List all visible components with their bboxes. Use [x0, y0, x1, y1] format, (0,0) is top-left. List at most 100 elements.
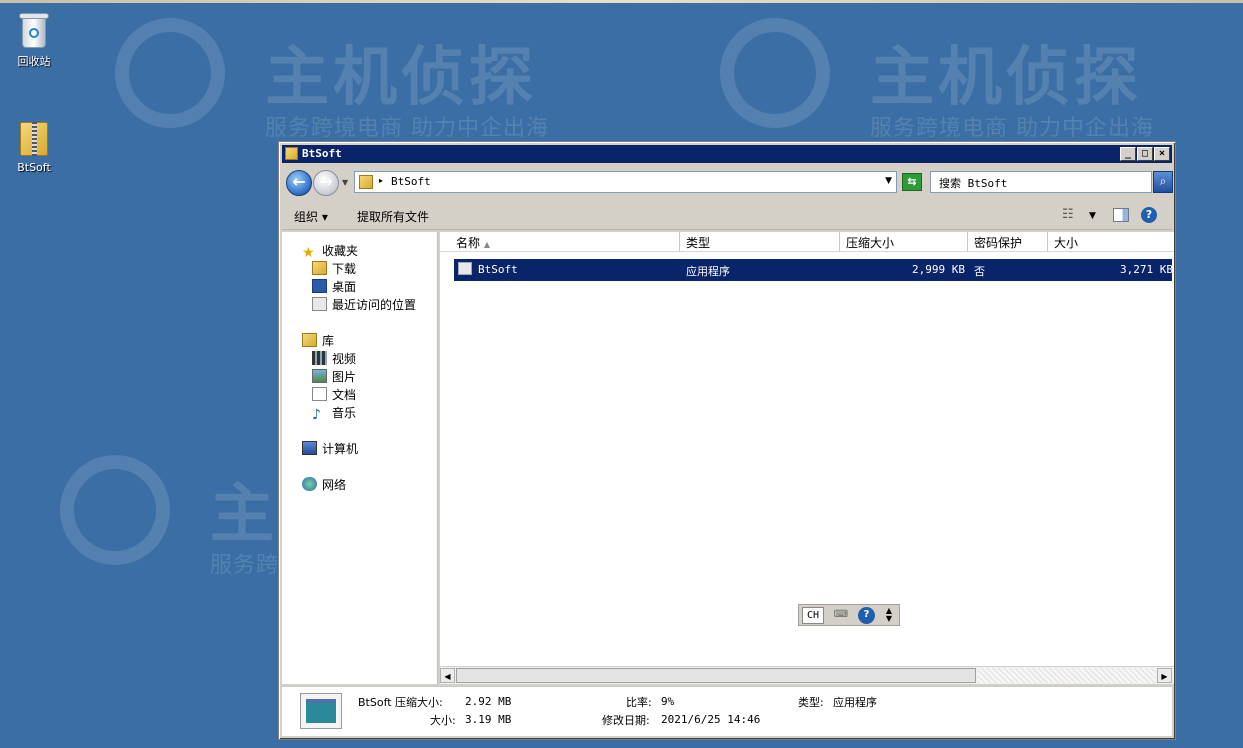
column-header-password[interactable]: 密码保护	[968, 232, 1048, 252]
breadcrumb[interactable]: BtSoft	[391, 175, 431, 188]
view-options-icon[interactable]: ☷	[1062, 207, 1078, 223]
title-bar[interactable]: BtSoft _ □ ×	[282, 145, 1172, 163]
forward-arrow-icon: →	[319, 172, 333, 191]
chevron-down-icon[interactable]: ▼	[1089, 211, 1105, 227]
details-type: 应用程序	[833, 696, 877, 709]
details-name-label: BtSoft 压缩大小:	[358, 696, 443, 709]
column-header-name[interactable]: 名称 ▲	[450, 232, 680, 252]
nav-documents[interactable]: 文档	[312, 386, 356, 403]
application-thumbnail-icon	[300, 693, 342, 729]
column-header-type[interactable]: 类型	[680, 232, 840, 252]
details-pane: BtSoft 压缩大小: 2.92 MB 大小: 3.19 MB 比率: 9% …	[282, 686, 1172, 736]
nav-label: 收藏夹	[322, 244, 359, 258]
column-label: 名称	[456, 236, 481, 250]
details-size: 3.19 MB	[465, 713, 512, 726]
details-ratio-label: 比率:	[626, 696, 652, 709]
recent-places-icon	[312, 297, 327, 311]
file-size: 3,271 KB	[1120, 263, 1173, 276]
zip-folder-icon	[285, 147, 298, 160]
search-button[interactable]: ⌕	[1153, 171, 1173, 193]
desktop-icon-label: 回收站	[17, 55, 51, 68]
nav-label: 最近访问的位置	[332, 298, 417, 312]
video-icon	[312, 351, 327, 365]
table-row[interactable]: BtSoft 应用程序 2,999 KB 否 3,271 KB	[454, 259, 1173, 281]
file-password: 否	[974, 265, 985, 278]
nav-label: 网络	[322, 478, 347, 492]
close-button[interactable]: ×	[1154, 147, 1170, 161]
nav-computer[interactable]: 计算机	[302, 440, 358, 457]
extract-all-button[interactable]: 提取所有文件	[357, 208, 429, 225]
details-modified-label: 修改日期:	[602, 714, 650, 727]
nav-label: 图片	[332, 370, 357, 384]
file-compressed-size: 2,999 KB	[912, 263, 965, 276]
details-size-label: 大小:	[430, 714, 456, 727]
ime-help-button[interactable]: ?	[858, 607, 875, 624]
nav-desktop[interactable]: 桌面	[312, 278, 356, 295]
nav-label: 音乐	[332, 406, 357, 420]
command-bar: 组织 ▾ 提取所有文件 ☷ ▼ ?	[282, 202, 1172, 230]
nav-recent[interactable]: 最近访问的位置	[312, 296, 416, 313]
search-input[interactable]: 搜索 BtSoft	[930, 171, 1152, 193]
breadcrumb-arrow-icon[interactable]: ▸	[379, 176, 383, 185]
history-dropdown-icon[interactable]: ▼	[342, 178, 348, 187]
scrollbar-thumb[interactable]	[456, 668, 976, 683]
window-title: BtSoft	[302, 147, 342, 160]
keyboard-icon[interactable]: ⌨	[830, 607, 852, 624]
preview-pane-icon[interactable]	[1113, 208, 1129, 222]
nav-downloads[interactable]: 下载	[312, 260, 356, 277]
file-name: BtSoft	[478, 263, 518, 276]
desktop-icon	[312, 279, 327, 293]
address-row: ← → ▼ ▸ BtSoft ▼ ⇆ 搜索 BtSoft ⌕	[282, 166, 1173, 200]
refresh-button[interactable]: ⇆	[902, 173, 922, 191]
nav-music[interactable]: ♪ 音乐	[312, 404, 357, 423]
file-type: 应用程序	[686, 265, 730, 278]
recycle-bin-icon	[19, 10, 49, 50]
ime-options-icon[interactable]: ▲ ▼	[883, 607, 895, 624]
computer-icon	[302, 441, 317, 455]
picture-icon	[312, 369, 327, 383]
nav-videos[interactable]: 视频	[312, 350, 356, 367]
explorer-window: BtSoft _ □ × ← → ▼ ▸ BtSoft ▼ ⇆ 搜索 BtSof…	[278, 141, 1176, 740]
scrollbar-track[interactable]	[978, 668, 1156, 683]
nav-label: 文档	[332, 388, 357, 402]
nav-label: 库	[322, 334, 335, 348]
back-button[interactable]: ←	[286, 170, 312, 196]
downloads-folder-icon	[312, 261, 327, 275]
horizontal-scrollbar[interactable]: ◀ ▶	[440, 666, 1174, 684]
nav-network[interactable]: 网络	[302, 476, 346, 493]
address-bar[interactable]: ▸ BtSoft ▼	[354, 171, 897, 193]
scroll-right-icon[interactable]: ▶	[1157, 668, 1172, 683]
document-icon	[312, 387, 327, 401]
music-icon: ♪	[312, 407, 321, 423]
details-type-label: 类型:	[798, 696, 824, 709]
zip-folder-icon	[359, 175, 373, 189]
minimize-button[interactable]: _	[1120, 147, 1136, 161]
desktop-icon-btsoft-zip[interactable]: BtSoft	[1, 118, 67, 174]
chevron-down-icon[interactable]: ▼	[885, 176, 892, 186]
column-header-compressed-size[interactable]: 压缩大小	[840, 232, 968, 252]
nav-favorites[interactable]: ★ 收藏夹	[302, 242, 359, 261]
details-ratio: 9%	[661, 695, 675, 708]
details-modified-date: 2021/6/25 14:46	[661, 713, 761, 726]
library-icon	[302, 333, 317, 347]
maximize-button[interactable]: □	[1137, 147, 1153, 161]
nav-libraries[interactable]: 库	[302, 332, 334, 349]
nav-label: 视频	[332, 352, 357, 366]
search-icon: ⌕	[1159, 174, 1167, 188]
desktop-icon-recycle-bin[interactable]: 回收站	[1, 10, 67, 69]
desktop-icon-label: BtSoft	[17, 161, 51, 174]
forward-button[interactable]: →	[313, 170, 339, 196]
file-list: 名称 ▲ 类型 压缩大小 密码保护 大小 BtSoft 应用程序 2,999 K…	[440, 232, 1174, 684]
star-icon: ★	[302, 245, 315, 261]
application-icon	[458, 262, 472, 275]
nav-pictures[interactable]: 图片	[312, 368, 356, 385]
back-arrow-icon: ←	[292, 172, 306, 191]
organize-menu[interactable]: 组织 ▾	[294, 208, 328, 225]
column-header-size[interactable]: 大小	[1048, 232, 1174, 252]
ime-toolbar: CH ⌨ ? ▲ ▼	[798, 604, 900, 626]
column-header-row: 名称 ▲ 类型 压缩大小 密码保护 大小	[440, 232, 1174, 252]
scroll-left-icon[interactable]: ◀	[440, 668, 455, 683]
help-icon[interactable]: ?	[1141, 207, 1157, 223]
nav-label: 桌面	[332, 280, 357, 294]
ime-language-button[interactable]: CH	[802, 607, 824, 624]
